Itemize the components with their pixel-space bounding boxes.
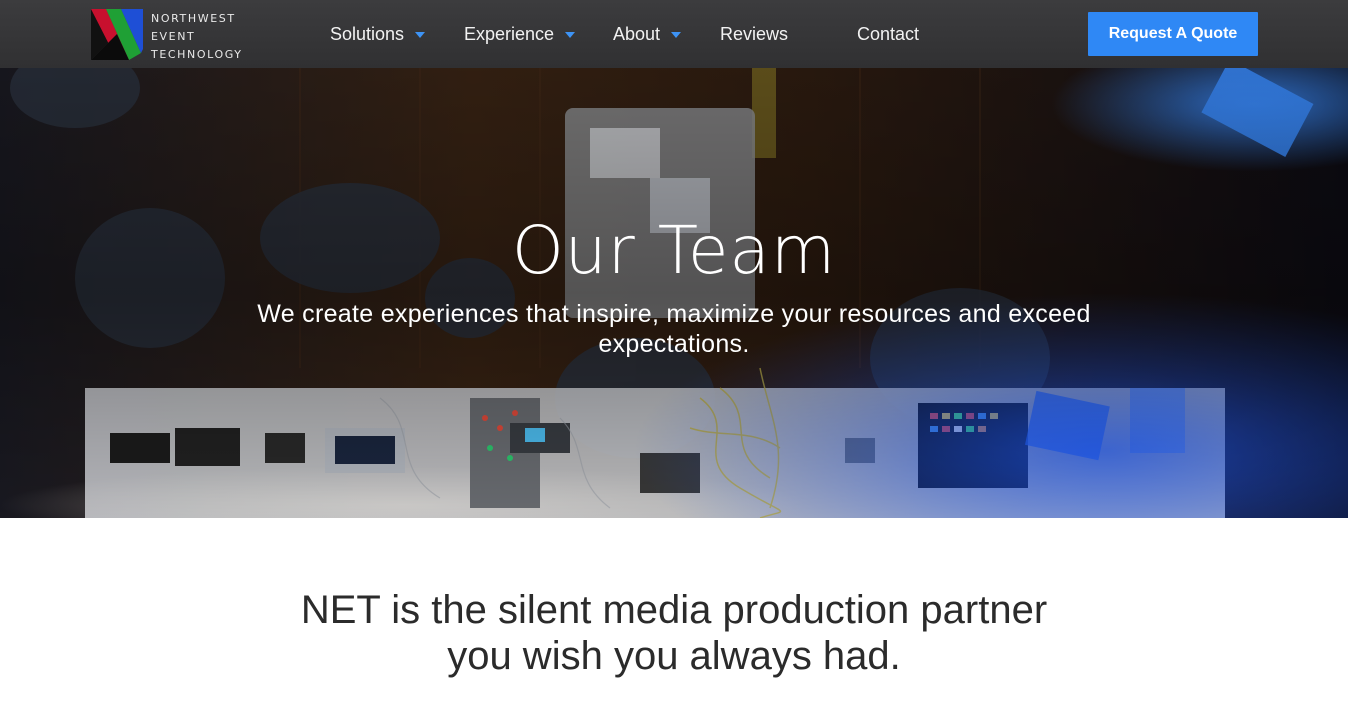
hero-background-image <box>0 68 1348 518</box>
logo-line-3: TECHNOLOGY <box>151 48 243 61</box>
page-title: Our Team <box>511 212 837 289</box>
nav-item-reviews[interactable]: Reviews <box>720 0 788 68</box>
nav-item-label: Experience <box>464 23 555 44</box>
site-header: NORTHWEST EVENT TECHNOLOGY Solutions Exp… <box>0 0 1348 68</box>
nav-item-label: Solutions <box>330 23 405 44</box>
nav-item-contact[interactable]: Contact <box>857 0 919 68</box>
brand-logo[interactable]: NORTHWEST EVENT TECHNOLOGY <box>91 9 251 61</box>
caret-down-icon <box>565 32 576 38</box>
logo-mark-icon <box>91 9 143 60</box>
nav-item-solutions[interactable]: Solutions <box>330 0 426 68</box>
logo-line-2: EVENT <box>151 30 196 43</box>
request-quote-button[interactable]: Request A Quote <box>1088 12 1258 56</box>
nav-item-label: About <box>613 23 661 44</box>
intro-heading: NET is the silent media production partn… <box>0 587 1348 679</box>
caret-down-icon <box>415 32 426 38</box>
hero-subtitle: We create experiences that inspire, maxi… <box>257 300 1091 358</box>
nav-item-label: Contact <box>857 23 920 44</box>
nav-item-experience[interactable]: Experience <box>464 0 576 68</box>
nav-item-about[interactable]: About <box>613 0 682 68</box>
intro-heading-line-1: NET is the silent media production partn… <box>300 588 1048 632</box>
nav-item-label: Reviews <box>720 23 789 44</box>
logo-wordmark: NORTHWEST EVENT TECHNOLOGY <box>151 10 243 64</box>
logo-line-1: NORTHWEST <box>151 12 236 25</box>
intro-heading-line-2: you wish you always had. <box>447 634 901 678</box>
caret-down-icon <box>671 32 682 38</box>
hero-banner: Our Team We create experiences that insp… <box>0 68 1348 518</box>
